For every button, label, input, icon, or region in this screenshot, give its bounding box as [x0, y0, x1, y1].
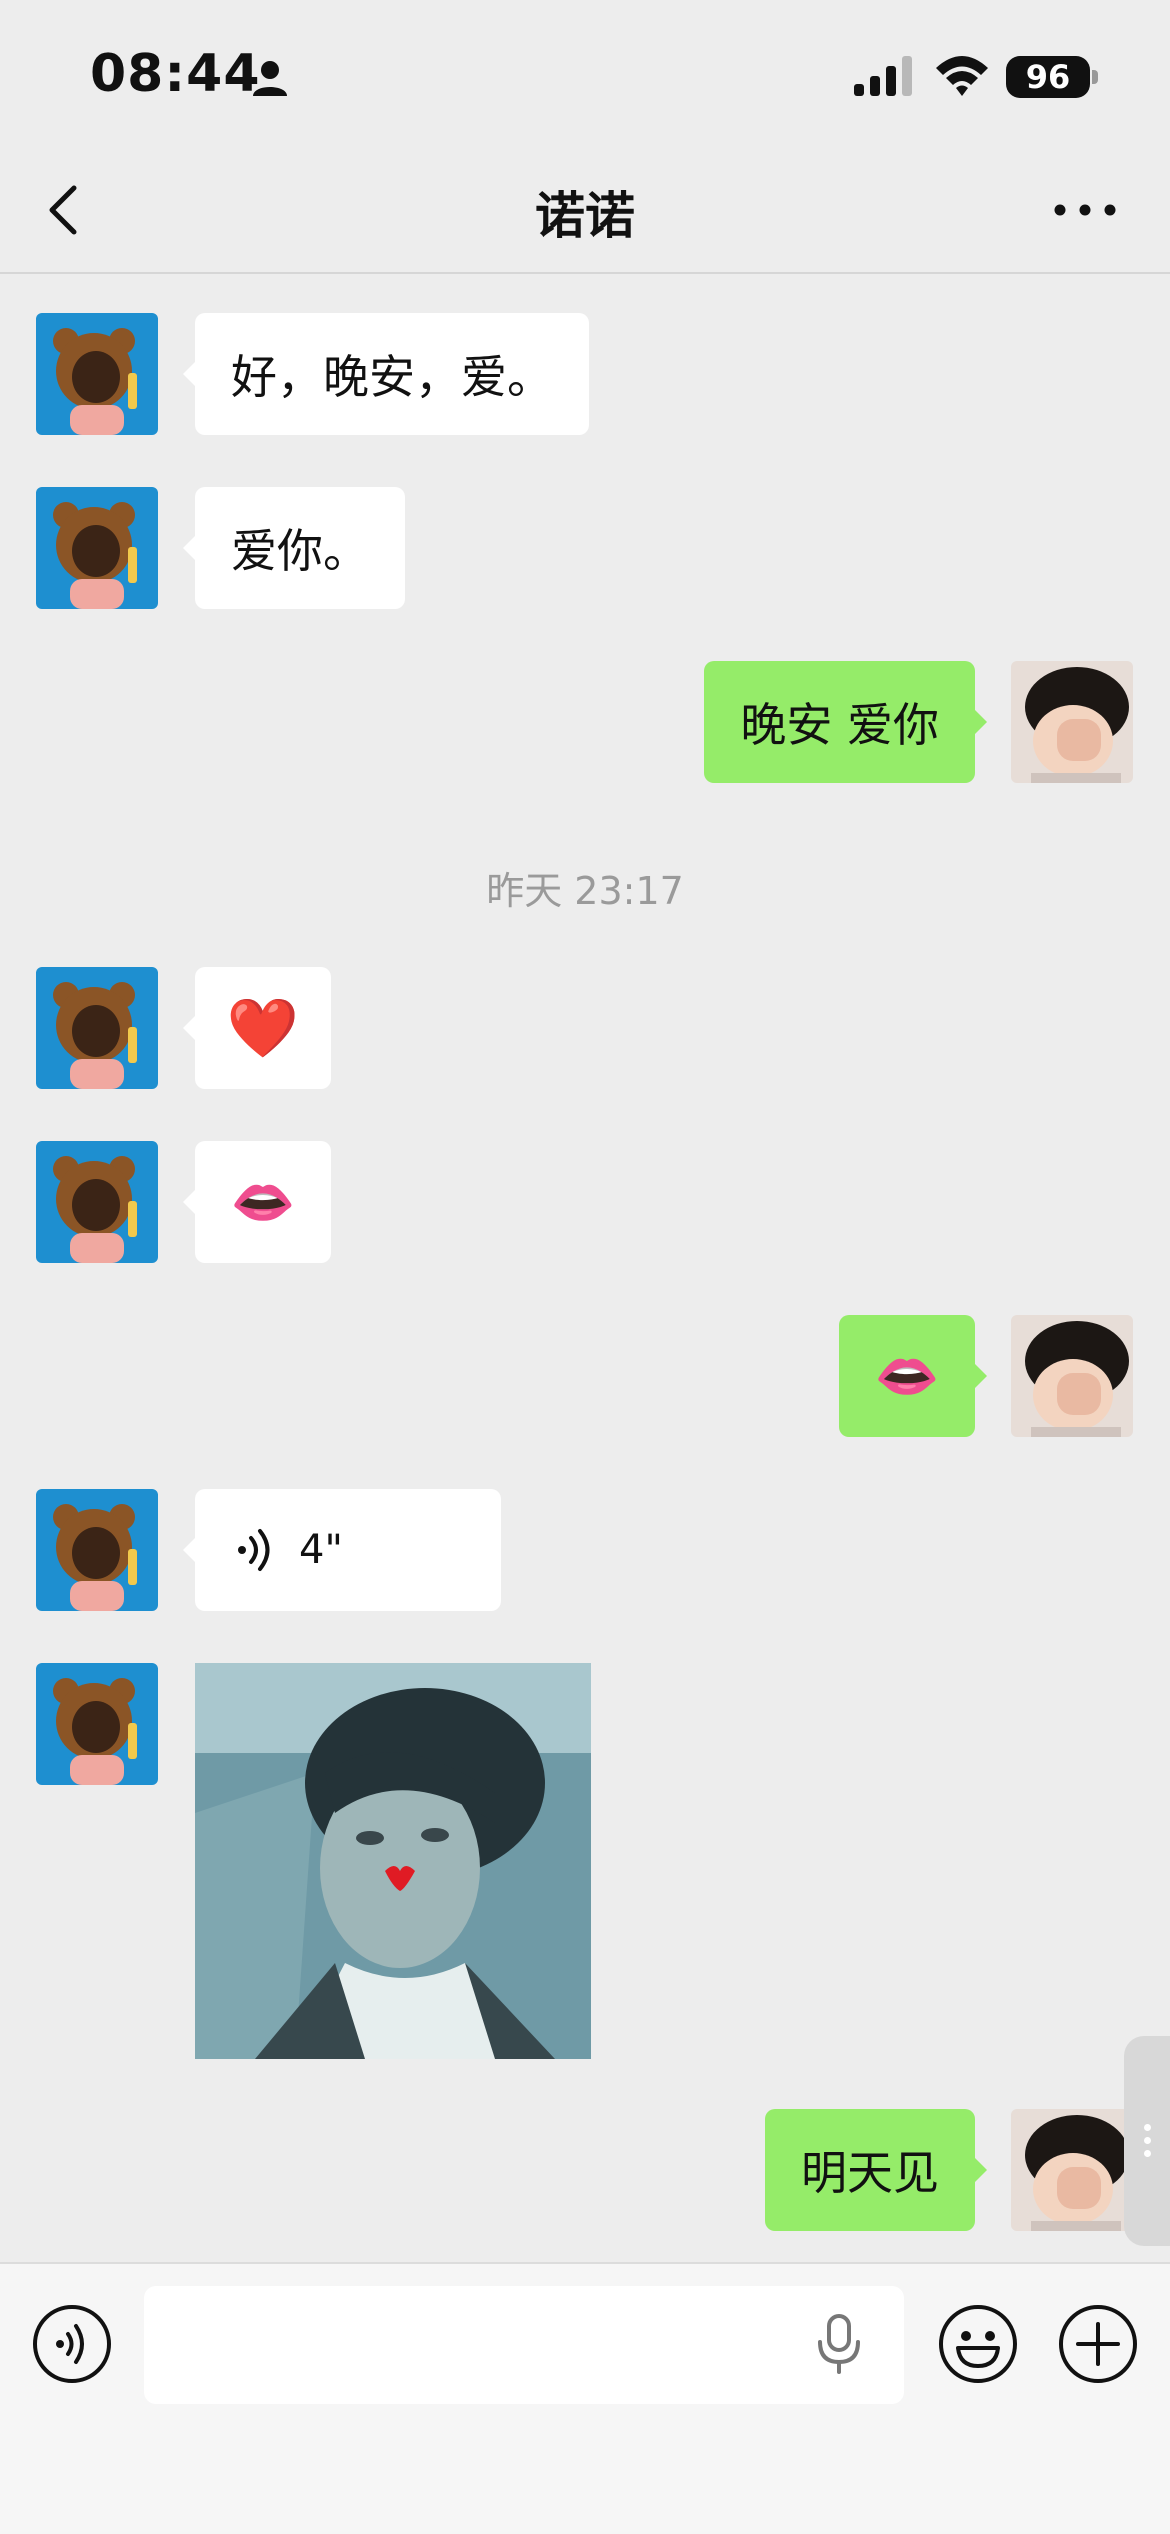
- received-message[interactable]: 好，晚安，爱。: [183, 313, 589, 435]
- scroll-dot: [1144, 2124, 1151, 2131]
- received-message[interactable]: 👄: [183, 1141, 331, 1263]
- message-input[interactable]: [144, 2286, 904, 2404]
- status-bar: 08:44 96: [0, 0, 1170, 150]
- voice-wave-icon: [238, 1529, 270, 1571]
- more-icon[interactable]: [1050, 190, 1120, 230]
- scroll-handle[interactable]: [1124, 2036, 1170, 2246]
- received-message[interactable]: 爱你。: [183, 487, 405, 609]
- scroll-dot: [1144, 2150, 1151, 2157]
- message-row: ❤️: [0, 967, 1170, 1089]
- contact-avatar[interactable]: [36, 967, 158, 1089]
- contact-avatar[interactable]: [36, 313, 158, 435]
- sent-message[interactable]: 晚安 爱你: [704, 661, 987, 783]
- signal-icon: [854, 56, 912, 96]
- scroll-dot: [1144, 2137, 1151, 2144]
- photo-message[interactable]: [195, 1663, 591, 2059]
- message-text: 晚安 爱你: [740, 698, 939, 752]
- person-icon: [253, 61, 287, 96]
- heart-emoji: ❤️: [226, 993, 300, 1062]
- sent-message[interactable]: 明天见: [765, 2109, 987, 2231]
- user-avatar[interactable]: [1011, 2109, 1133, 2231]
- voice-duration: 4": [299, 1527, 343, 1573]
- emoji-icon[interactable]: [938, 2304, 1018, 2384]
- chat-title: 诺诺: [535, 187, 635, 245]
- voice-message[interactable]: 4": [183, 1489, 501, 1611]
- user-avatar[interactable]: [1011, 661, 1133, 783]
- message-text: 好，晚安，爱。: [231, 350, 553, 404]
- input-bar: [0, 2262, 1170, 2534]
- message-text: 爱你。: [231, 524, 369, 578]
- voice-toggle-icon[interactable]: [32, 2304, 112, 2384]
- message-row: 好，晚安，爱。: [0, 313, 1170, 435]
- received-message[interactable]: ❤️: [183, 967, 331, 1089]
- contact-avatar[interactable]: [36, 1141, 158, 1263]
- mic-icon[interactable]: [814, 2314, 864, 2374]
- message-row: 4": [0, 1489, 1170, 1611]
- message-row: 晚安 爱你: [0, 661, 1170, 783]
- chat-timestamp: 昨天 23:17: [486, 869, 684, 913]
- nav-bar: 诺诺: [0, 150, 1170, 274]
- status-time: 08:44: [90, 44, 261, 104]
- contact-avatar[interactable]: [36, 487, 158, 609]
- message-text: 明天见: [801, 2146, 939, 2200]
- lips-emoji: 👄: [874, 1346, 940, 1407]
- message-row: 👄: [0, 1315, 1170, 1437]
- message-row: 明天见: [0, 2109, 1170, 2231]
- contact-avatar[interactable]: [36, 1489, 158, 1611]
- user-avatar[interactable]: [1011, 1315, 1133, 1437]
- plus-icon[interactable]: [1058, 2304, 1138, 2384]
- battery-nub: [1092, 70, 1098, 84]
- lips-emoji: 👄: [230, 1172, 296, 1233]
- message-row: 👄: [0, 1141, 1170, 1263]
- contact-avatar[interactable]: [36, 1663, 158, 1785]
- message-row: 爱你。: [0, 487, 1170, 609]
- battery-indicator: 96: [1006, 56, 1090, 98]
- sent-message[interactable]: 👄: [839, 1315, 987, 1437]
- wifi-icon: [936, 56, 988, 96]
